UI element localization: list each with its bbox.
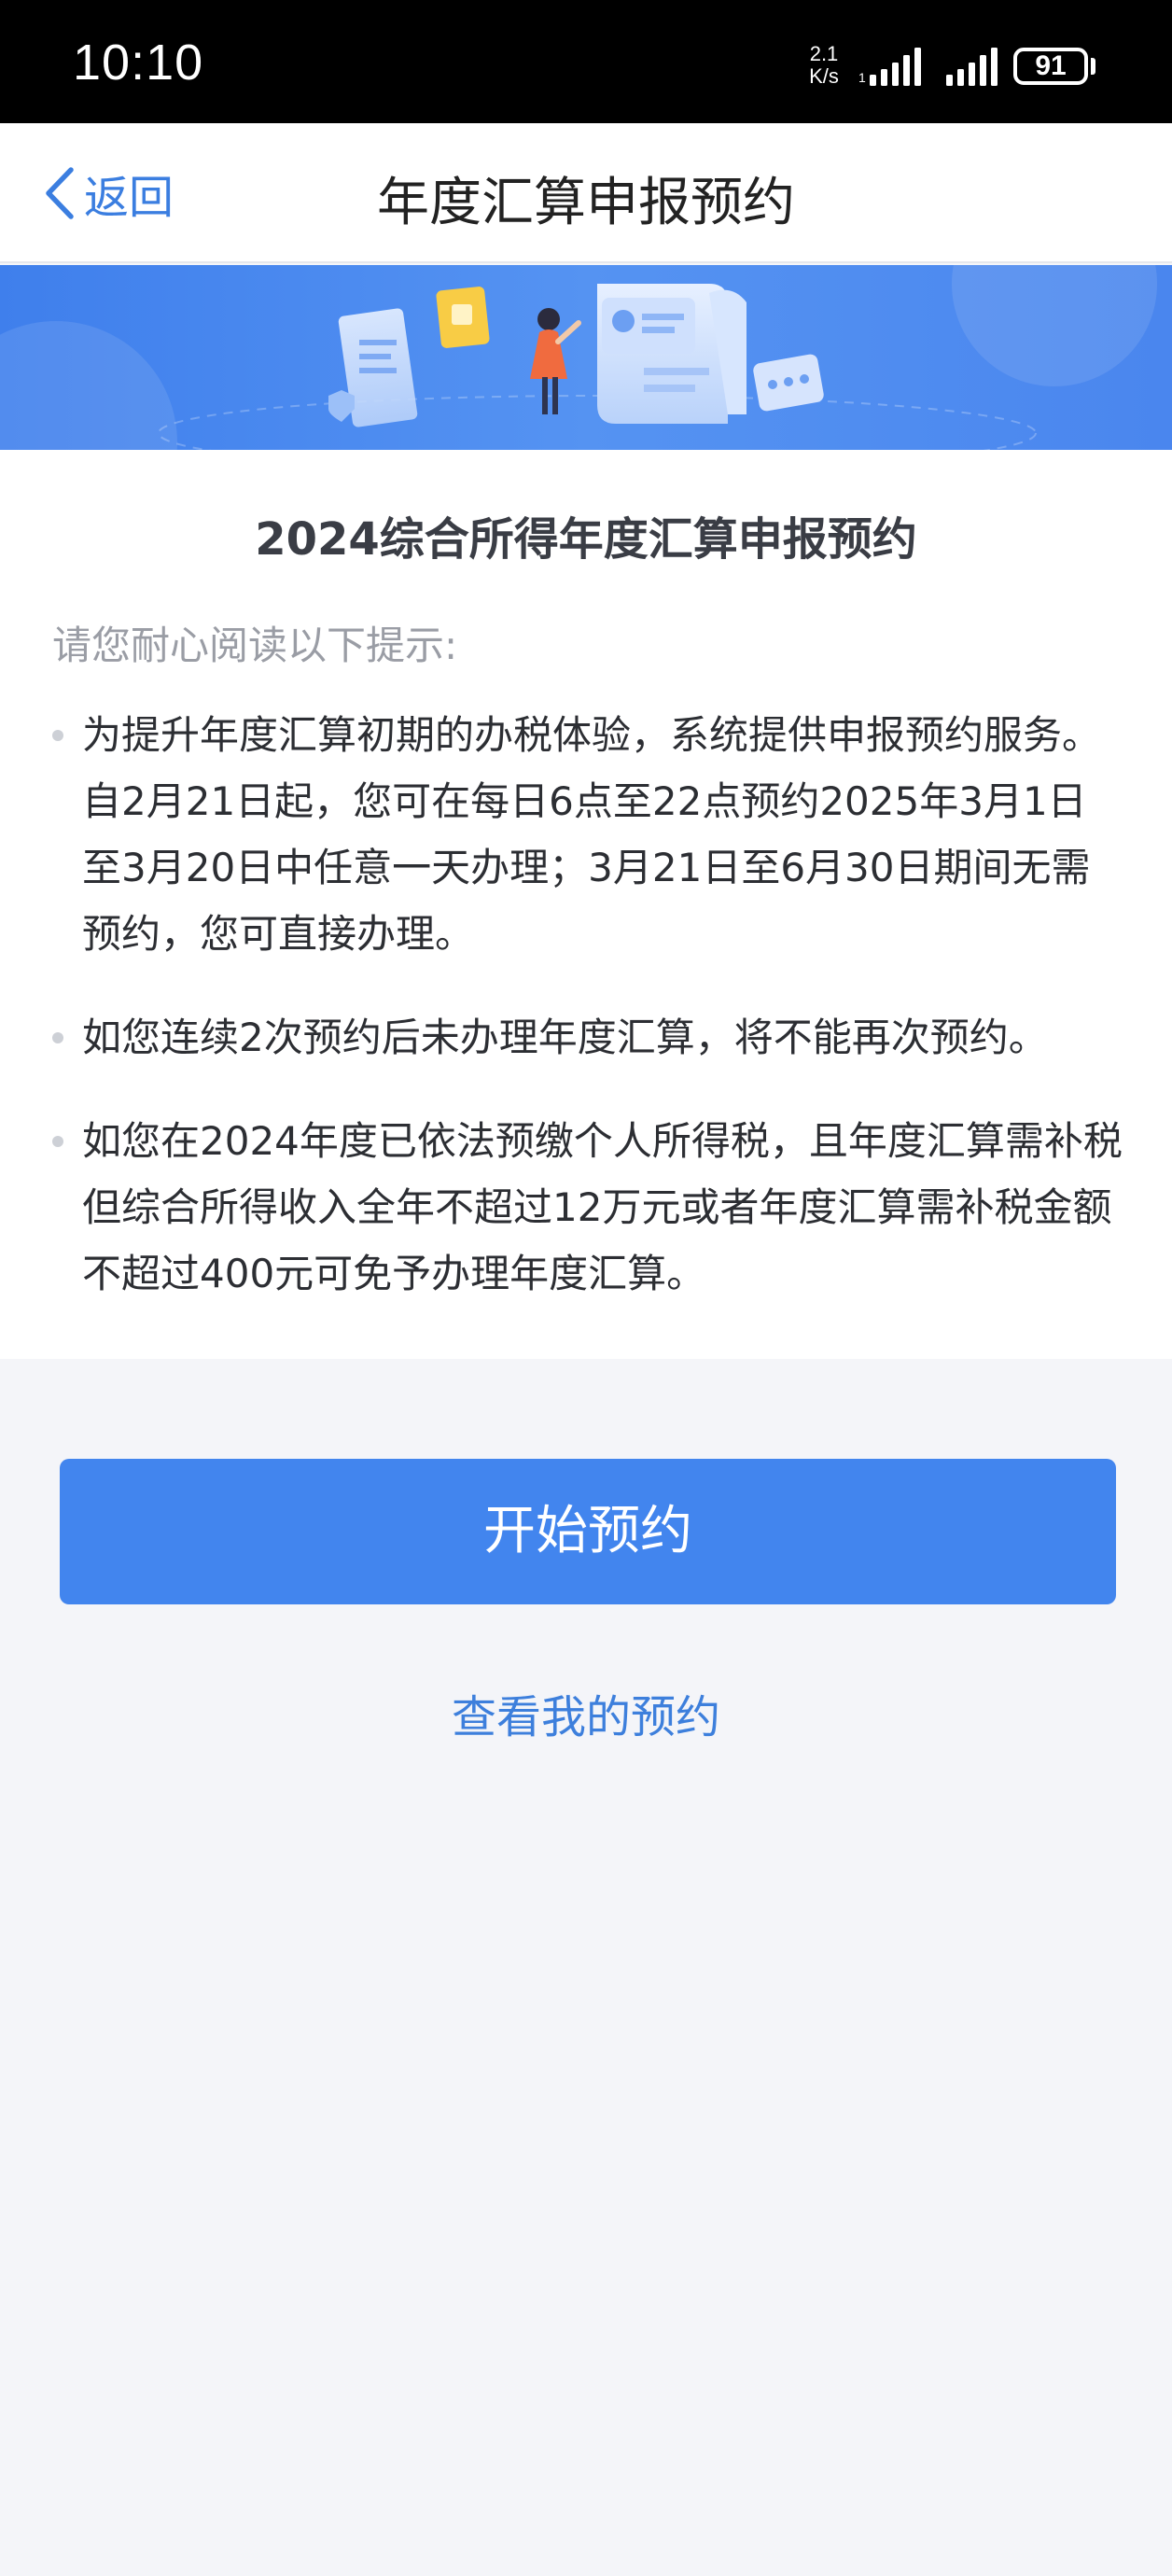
battery-level: 91 <box>1035 50 1067 81</box>
bullet-dot <box>52 1032 63 1043</box>
nav-bar: 返回 年度汇算申报预约 <box>0 123 1172 263</box>
status-bar: 10:10 2.1 K/s 1 91 <box>0 0 1172 123</box>
network-speed: 2.1 K/s <box>801 43 847 88</box>
start-reservation-button[interactable]: 开始预约 <box>60 1459 1116 1604</box>
tip-text: 如您连续2次预约后未办理年度汇算，将不能再次预约。 <box>82 1015 1048 1060</box>
network-speed-unit: K/s <box>809 64 839 88</box>
battery-tip <box>1091 58 1095 75</box>
tip-item: 如您在2024年度已依法预缴个人所得税，且年度汇算需补税但综合所得收入全年不超过… <box>52 1108 1125 1307</box>
tip-text: 如您在2024年度已依法预缴个人所得税，且年度汇算需补税但综合所得收入全年不超过… <box>82 1118 1123 1296</box>
content-heading: 2024综合所得年度汇算申报预约 <box>255 513 917 566</box>
svg-text:1: 1 <box>858 70 866 85</box>
content-card: 2024综合所得年度汇算申报预约 请您耐心阅读以下提示: 为提升年度汇算初期的办… <box>0 450 1172 1359</box>
bullet-dot <box>52 1136 63 1147</box>
banner-illustration <box>0 265 1172 450</box>
signal-bars-icon: 1 <box>858 48 921 86</box>
bullet-dot <box>52 730 63 741</box>
battery-icon: 91 <box>1013 48 1088 85</box>
signal-bars-icon <box>946 48 998 86</box>
tip-text: 为提升年度汇算初期的办税体验，系统提供申报预约服务。自2月21日起，您可在每日6… <box>82 712 1102 957</box>
banner-graphic <box>0 265 1172 450</box>
tip-item: 如您连续2次预约后未办理年度汇算，将不能再次预约。 <box>52 1004 1125 1071</box>
network-speed-value: 2.1 <box>809 42 839 65</box>
tip-item: 为提升年度汇算初期的办税体验，系统提供申报预约服务。自2月21日起，您可在每日6… <box>52 702 1125 967</box>
tips-list: 为提升年度汇算初期的办税体验，系统提供申报预约服务。自2月21日起，您可在每日6… <box>52 702 1125 1307</box>
hint-label: 请您耐心阅读以下提示: <box>52 623 458 668</box>
status-time: 10:10 <box>73 35 204 91</box>
view-my-reservations-link[interactable]: 查看我的预约 <box>0 1680 1172 1745</box>
page-title: 年度汇算申报预约 <box>377 173 795 233</box>
